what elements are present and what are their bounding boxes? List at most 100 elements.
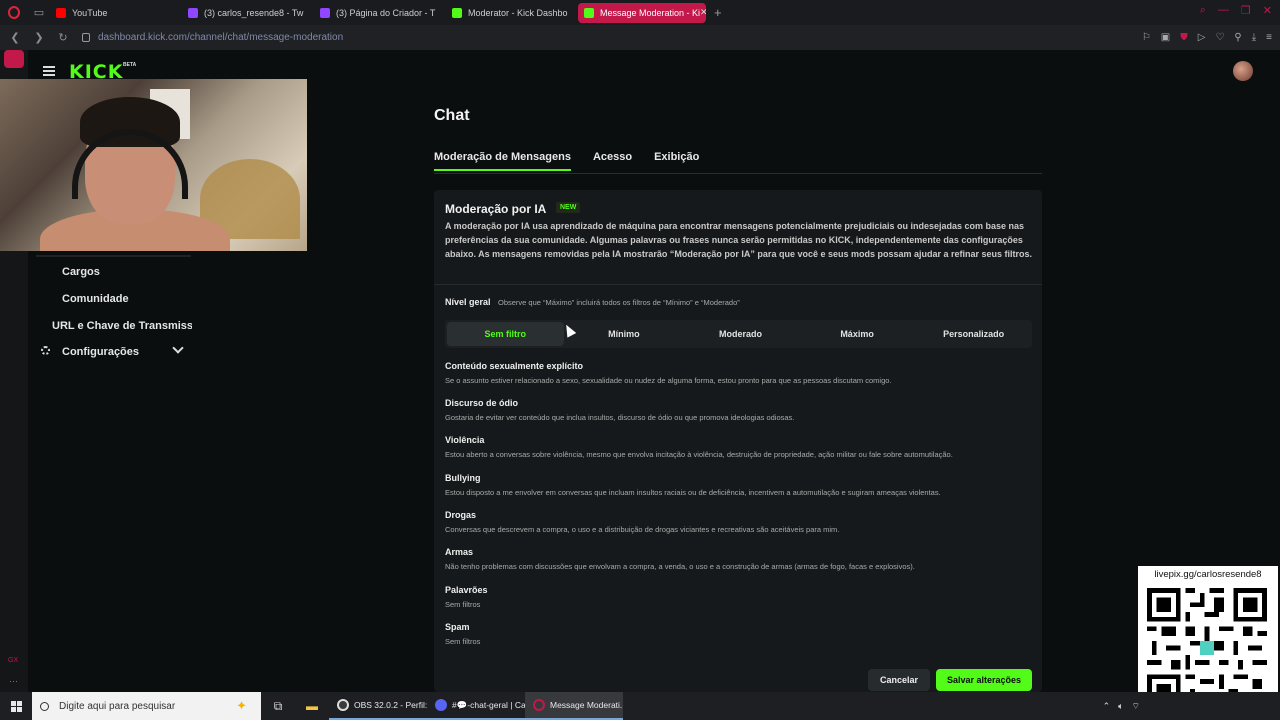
adblock-shield-icon[interactable]: ⛊	[1180, 32, 1188, 43]
snapshot-icon[interactable]: ▣	[1161, 32, 1170, 43]
browser-tab-kick-message-moderation[interactable]: Message Moderation - Ki ✕	[578, 2, 706, 23]
youtube-favicon-icon	[56, 7, 66, 18]
filter-description: Estou disposto a me envolver em conversa…	[445, 488, 941, 497]
browser-tab-kick-moderator[interactable]: Moderator - Kick Dashbo	[446, 3, 574, 23]
kick-favicon-icon	[584, 7, 594, 18]
kick-favicon-icon	[452, 7, 462, 18]
task-view-icon[interactable]: ⧉	[261, 692, 295, 720]
gx-icon[interactable]: GX	[8, 657, 18, 664]
obs-icon	[337, 699, 349, 711]
maximize-icon[interactable]: ❐	[1241, 4, 1251, 17]
tab-exibicao[interactable]: Exibição	[654, 151, 699, 171]
filter-sexual: Conteúdo sexualmente explícito Se o assu…	[445, 361, 892, 385]
filter-title: Drogas	[445, 510, 477, 520]
level-option-sem-filtro[interactable]: Sem filtro	[447, 322, 564, 346]
opera-home-icon[interactable]	[4, 50, 24, 68]
menu-icon[interactable]: ≡	[1266, 32, 1272, 43]
address-bar-actions: ⚐ ▣ ⛊ ▷ ♡ ⚲ ⤓ ≡	[1142, 32, 1272, 43]
url-host: dashboard.kick.com	[98, 32, 187, 43]
tab-moderacao-mensagens[interactable]: Moderação de Mensagens	[434, 151, 571, 171]
avatar[interactable]	[1233, 61, 1253, 81]
filter-hate: Discurso de ódio Gostaria de evitar ver …	[445, 398, 794, 422]
copilot-sparkle-icon: ✦	[236, 698, 247, 713]
gear-icon	[41, 346, 50, 355]
workspaces-icon[interactable]: ▭	[28, 0, 50, 25]
new-badge: NEW	[556, 202, 581, 213]
nav-item-cargos[interactable]: Cargos	[62, 266, 100, 278]
filter-profanity: Palavrões Sem filtros	[445, 585, 488, 609]
panel-description: A moderação por IA usa aprendizado de má…	[445, 221, 1033, 259]
cancel-button[interactable]: Cancelar	[868, 669, 930, 691]
tray-chevron-up-icon[interactable]: ⌃	[1103, 701, 1111, 712]
taskbar-app-label: OBS 32.0.2 - Perfil: ...	[354, 700, 427, 710]
opera-gx-icon	[533, 699, 545, 711]
filter-title: Discurso de ódio	[445, 398, 519, 408]
nav-item-url-chave[interactable]: URL e Chave de Transmissão	[52, 320, 192, 332]
tabs-divider	[434, 173, 1042, 174]
search-tabs-icon[interactable]: ⌕	[1200, 4, 1206, 17]
close-window-icon[interactable]: ✕	[1263, 4, 1272, 17]
nav-item-configuracoes[interactable]: Configurações	[62, 346, 139, 358]
close-tab-icon[interactable]: ✕	[700, 7, 706, 18]
tab-label: Message Moderation - Ki	[600, 7, 701, 18]
bookmark-icon[interactable]: ⚐	[1142, 32, 1151, 43]
downloads-icon[interactable]: ⤓	[1252, 32, 1256, 43]
level-option-maximo[interactable]: Máximo	[799, 320, 916, 348]
system-tray: ⌃ 🔈︎ ⌔	[1103, 701, 1140, 712]
ai-moderation-panel: Moderação por IA NEW A moderação por IA …	[434, 190, 1042, 692]
opera-logo-icon[interactable]	[0, 0, 28, 25]
nav-divider	[36, 255, 191, 257]
tab-label: (3) Página do Criador - T	[336, 7, 436, 18]
taskbar-app-discord[interactable]: #💬-chat-geral | Ca...	[427, 692, 525, 720]
filter-description: Gostaria de evitar ver conteúdo que incl…	[445, 413, 795, 422]
filter-title: Palavrões	[445, 585, 488, 595]
volume-icon[interactable]: 🔈︎	[1118, 701, 1123, 712]
level-option-moderado[interactable]: Moderado	[682, 320, 799, 348]
filter-weapons: Armas Não tenho problemas com discussões…	[445, 547, 915, 571]
window-controls: ⌕ — ❐ ✕	[1200, 4, 1272, 17]
reload-icon[interactable]: ↻	[54, 31, 72, 44]
level-option-personalizado[interactable]: Personalizado	[915, 320, 1032, 348]
twitch-favicon-icon	[188, 7, 198, 18]
tab-acesso[interactable]: Acesso	[593, 151, 632, 171]
more-icon[interactable]: ···	[9, 676, 18, 686]
network-icon[interactable]: ⌔	[1132, 701, 1140, 712]
level-label: Nível geral	[445, 297, 491, 307]
new-tab-icon[interactable]: +	[714, 5, 722, 20]
filter-drugs: Drogas Conversas que descrevem a compra,…	[445, 510, 839, 534]
filter-description: Sem filtros	[445, 600, 481, 609]
browser-tab-twitch-profile[interactable]: (3) carlos_resende8 - Tw	[182, 3, 310, 23]
filter-description: Se o assunto estiver relacionado a sexo,…	[445, 376, 892, 385]
filter-spam: Spam Sem filtros	[445, 622, 480, 646]
filter-title: Conteúdo sexualmente explícito	[445, 361, 584, 371]
extensions-icon[interactable]: ⚲	[1234, 32, 1241, 43]
chevron-down-icon[interactable]	[172, 342, 184, 354]
player-icon[interactable]: ▷	[1198, 32, 1206, 43]
filter-title: Violência	[445, 435, 485, 445]
minimize-icon[interactable]: —	[1218, 4, 1229, 17]
settings-tabs: Moderação de Mensagens Acesso Exibição	[434, 151, 699, 171]
windows-taskbar: Digite aqui para pesquisar ✦ ⧉ ▬ OBS 32.…	[0, 692, 1280, 720]
browser-tab-youtube[interactable]: YouTube	[50, 3, 178, 23]
save-button[interactable]: Salvar alterações	[936, 669, 1032, 691]
taskbar-app-opera[interactable]: Message Moderati...	[525, 692, 623, 720]
url-field[interactable]: dashboard.kick.com/channel/chat/message-…	[98, 32, 343, 43]
nav-item-comunidade[interactable]: Comunidade	[62, 293, 129, 305]
qr-caption: livepix.gg/carlosresende8	[1154, 569, 1262, 580]
filter-description: Estou aberto a conversas sobre violência…	[445, 450, 953, 459]
taskbar-search-input[interactable]: Digite aqui para pesquisar ✦	[32, 692, 261, 720]
tab-label: (3) carlos_resende8 - Tw	[204, 7, 304, 18]
forward-icon[interactable]: ❯	[30, 31, 48, 44]
heart-icon[interactable]: ♡	[1215, 32, 1224, 43]
taskbar-app-obs[interactable]: OBS 32.0.2 - Perfil: ...	[329, 692, 427, 720]
back-icon[interactable]: ❮	[6, 31, 24, 44]
panel-title: Moderação por IA	[445, 202, 547, 216]
level-option-minimo[interactable]: Mínimo	[566, 320, 683, 348]
search-icon	[40, 701, 49, 711]
filter-level-selector: Sem filtro Mínimo Moderado Máximo Person…	[445, 320, 1032, 348]
beta-label: BETA	[123, 62, 137, 68]
hamburger-menu-icon[interactable]	[43, 66, 55, 76]
file-explorer-icon[interactable]: ▬	[295, 692, 329, 720]
windows-start-icon[interactable]	[0, 692, 32, 720]
browser-tab-twitch-creator[interactable]: (3) Página do Criador - T	[314, 3, 442, 23]
